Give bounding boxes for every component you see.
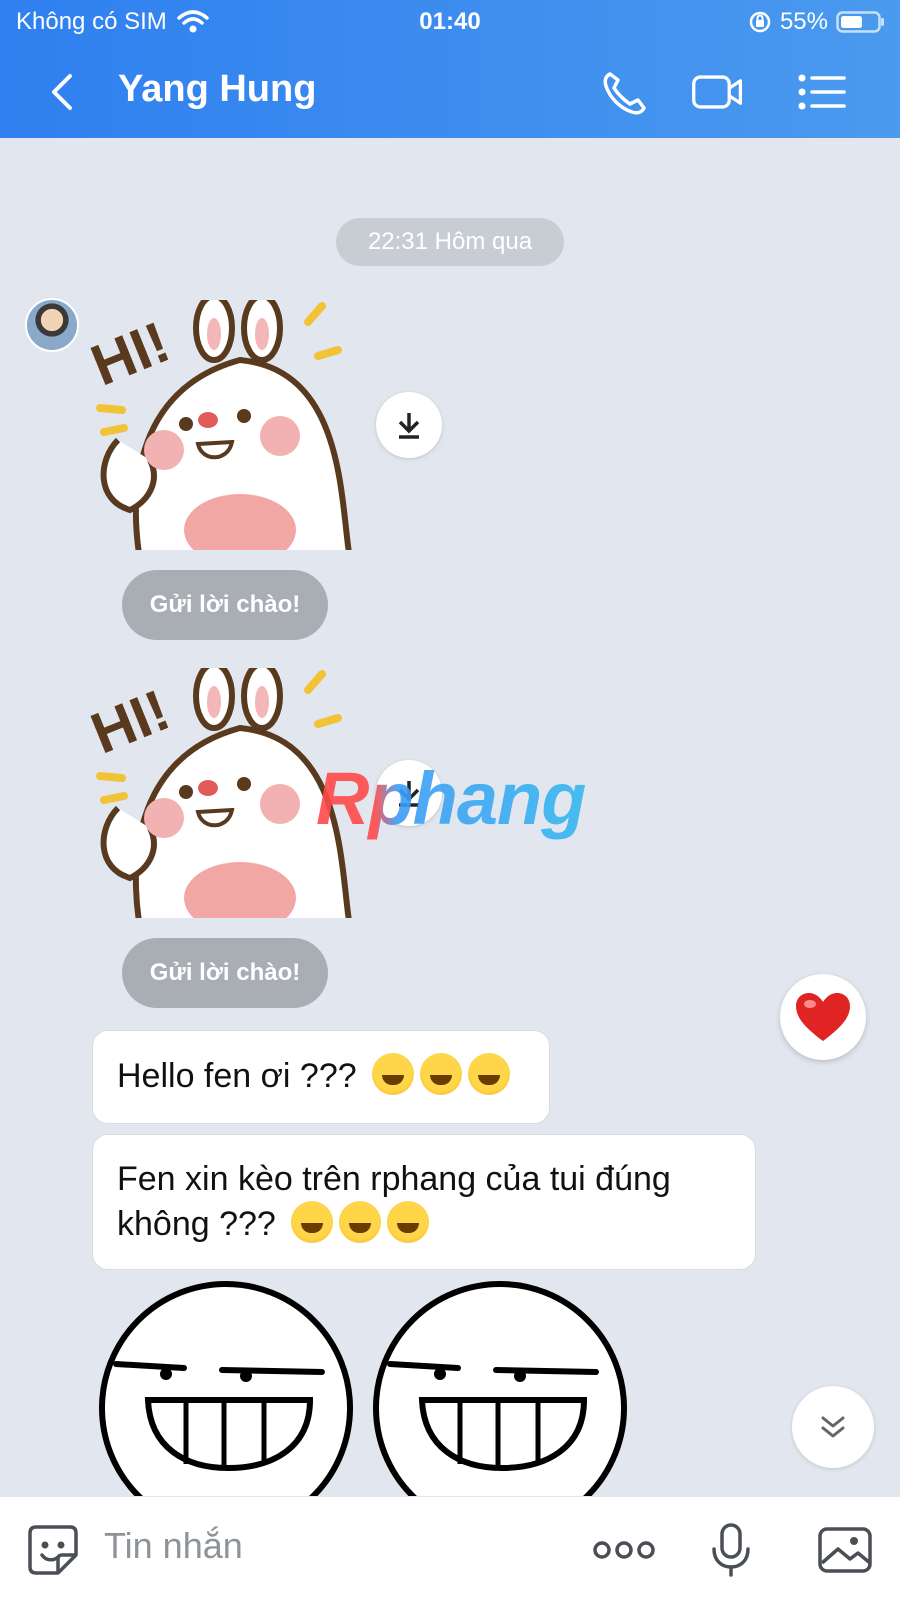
battery-icon (836, 11, 884, 33)
image-gallery-icon[interactable] (816, 1521, 874, 1579)
scroll-to-bottom-button[interactable] (792, 1386, 874, 1468)
watermark: Rphang (316, 757, 586, 840)
sticker-picker-icon[interactable] (24, 1521, 82, 1579)
timestamp-divider: 22:31 Hôm qua (336, 218, 564, 266)
avatar[interactable] (25, 298, 79, 352)
rofl-emoji-icon (372, 1053, 415, 1095)
battery-percent: 55% (779, 8, 828, 35)
grin-face-sticker[interactable] (96, 1278, 356, 1496)
status-bar: Không có SIM 01:40 55% (0, 0, 900, 44)
video-call-icon[interactable] (690, 66, 746, 118)
menu-list-icon[interactable] (794, 66, 850, 118)
phone-icon[interactable] (596, 66, 652, 118)
double-chevron-down-icon (821, 1416, 845, 1438)
back-chevron-icon[interactable] (44, 70, 80, 114)
message-bubble[interactable]: Fen xin kèo trên rphang của tui đúng khô… (92, 1134, 756, 1270)
heart-icon (796, 993, 850, 1041)
svg-text:HI!: HI! (90, 677, 178, 766)
chat-area[interactable]: 22:31 Hôm qua HI! Gửi lời chào! HI! Rpha… (0, 138, 900, 1496)
grin-emoji-icon (291, 1201, 334, 1243)
hi-bunny-sticker[interactable]: HI! (90, 300, 360, 550)
rofl-emoji-icon (420, 1053, 463, 1095)
grin-emoji-icon (387, 1201, 430, 1243)
microphone-icon[interactable] (702, 1521, 760, 1579)
message-input[interactable]: Tin nhắn (104, 1525, 243, 1567)
grin-emoji-icon (339, 1201, 382, 1243)
svg-text:HI!: HI! (90, 309, 178, 398)
download-button[interactable] (376, 392, 442, 458)
more-options-icon[interactable] (592, 1521, 656, 1579)
send-greeting-button[interactable]: Gửi lời chào! (122, 938, 328, 1008)
contact-name[interactable]: Yang Hung (118, 68, 316, 111)
rofl-emoji-icon (468, 1053, 511, 1095)
send-greeting-button[interactable]: Gửi lời chào! (122, 570, 328, 640)
rotation-lock-icon (749, 11, 771, 33)
grin-face-sticker[interactable] (370, 1278, 630, 1496)
message-bubble[interactable]: Hello fen ơi ??? (92, 1030, 550, 1124)
message-composer: Tin nhắn (0, 1496, 900, 1600)
download-icon (398, 413, 420, 439)
heart-reaction-button[interactable] (780, 974, 866, 1060)
message-text: Hello fen ơi ??? (117, 1057, 357, 1095)
